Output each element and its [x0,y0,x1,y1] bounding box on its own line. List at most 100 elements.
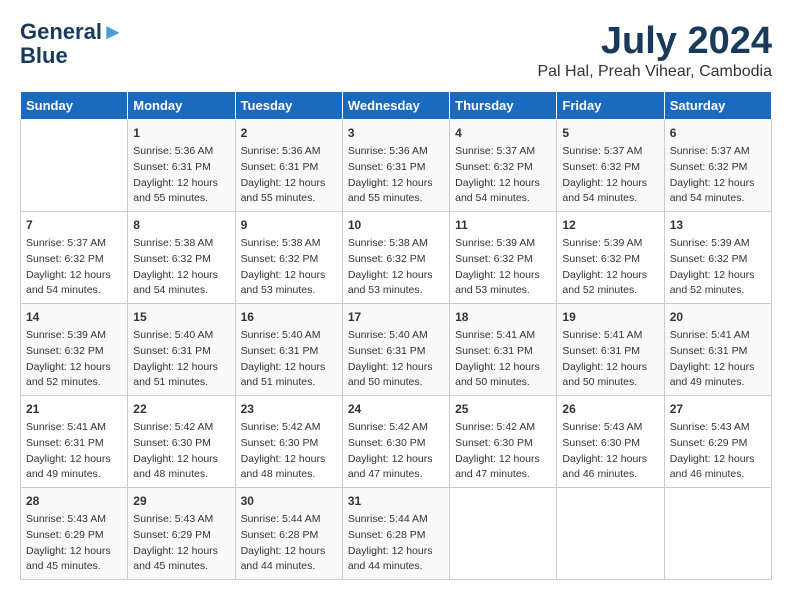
cell-text: Daylight: 12 hours [348,544,444,560]
calendar-cell: 22Sunrise: 5:42 AMSunset: 6:30 PMDayligh… [128,396,235,488]
day-number: 12 [562,216,658,234]
calendar-cell [557,488,664,580]
cell-text: Daylight: 12 hours [241,176,337,192]
cell-text: Daylight: 12 hours [26,544,122,560]
cell-text: Daylight: 12 hours [26,452,122,468]
calendar-week-row: 21Sunrise: 5:41 AMSunset: 6:31 PMDayligh… [21,396,772,488]
weekday-header: Wednesday [342,92,449,120]
cell-text: and 52 minutes. [562,283,658,299]
cell-text: Daylight: 12 hours [26,268,122,284]
cell-text: Sunset: 6:30 PM [562,436,658,452]
calendar-cell [450,488,557,580]
calendar-cell: 3Sunrise: 5:36 AMSunset: 6:31 PMDaylight… [342,120,449,212]
cell-text: Sunset: 6:32 PM [455,252,551,268]
cell-text: Daylight: 12 hours [562,268,658,284]
day-number: 31 [348,492,444,510]
calendar-cell: 5Sunrise: 5:37 AMSunset: 6:32 PMDaylight… [557,120,664,212]
day-number: 22 [133,400,229,418]
day-number: 1 [133,124,229,142]
cell-text: Daylight: 12 hours [241,544,337,560]
day-number: 23 [241,400,337,418]
day-number: 19 [562,308,658,326]
day-number: 29 [133,492,229,510]
cell-text: and 46 minutes. [562,467,658,483]
cell-text: and 54 minutes. [26,283,122,299]
calendar-week-row: 7Sunrise: 5:37 AMSunset: 6:32 PMDaylight… [21,212,772,304]
cell-text: Sunrise: 5:42 AM [348,420,444,436]
cell-text: Daylight: 12 hours [670,452,766,468]
calendar-cell: 23Sunrise: 5:42 AMSunset: 6:30 PMDayligh… [235,396,342,488]
calendar-cell: 14Sunrise: 5:39 AMSunset: 6:32 PMDayligh… [21,304,128,396]
cell-text: Daylight: 12 hours [455,360,551,376]
cell-text: Daylight: 12 hours [133,268,229,284]
cell-text: Sunset: 6:32 PM [241,252,337,268]
calendar-cell: 31Sunrise: 5:44 AMSunset: 6:28 PMDayligh… [342,488,449,580]
header-row: SundayMondayTuesdayWednesdayThursdayFrid… [21,92,772,120]
cell-text: and 47 minutes. [455,467,551,483]
cell-text: Sunset: 6:31 PM [241,344,337,360]
day-number: 10 [348,216,444,234]
cell-text: Sunrise: 5:36 AM [241,144,337,160]
cell-text: Sunrise: 5:39 AM [562,236,658,252]
calendar-cell: 21Sunrise: 5:41 AMSunset: 6:31 PMDayligh… [21,396,128,488]
cell-text: Daylight: 12 hours [241,360,337,376]
calendar-cell: 2 Sunrise: 5:36 AMSunset: 6:31 PMDaylight… [235,120,342,212]
weekday-header: Saturday [664,92,771,120]
cell-text: Sunset: 6:32 PM [348,252,444,268]
day-number: 30 [241,492,337,510]
cell-text: Sunset: 6:32 PM [562,252,658,268]
cell-text: and 45 minutes. [26,559,122,575]
cell-text: and 52 minutes. [26,375,122,391]
day-number: 17 [348,308,444,326]
calendar-cell [664,488,771,580]
cell-text: Sunrise: 5:38 AM [241,236,337,252]
day-number: 2 [241,124,337,142]
cell-text: Sunrise: 5:36 AM [133,144,229,160]
day-number: 8 [133,216,229,234]
cell-text: and 45 minutes. [133,559,229,575]
calendar-cell: 16Sunrise: 5:40 AMSunset: 6:31 PMDayligh… [235,304,342,396]
cell-text: Sunset: 6:32 PM [26,344,122,360]
cell-text: Sunrise: 5:42 AM [133,420,229,436]
cell-text: Sunrise: 5:43 AM [562,420,658,436]
calendar-cell: 15Sunrise: 5:40 AMSunset: 6:31 PMDayligh… [128,304,235,396]
cell-text: Sunrise: 5:41 AM [26,420,122,436]
cell-text: Daylight: 12 hours [348,268,444,284]
cell-text: Sunset: 6:31 PM [241,160,337,176]
cell-text: and 48 minutes. [241,467,337,483]
day-number: 28 [26,492,122,510]
cell-text: Daylight: 12 hours [348,176,444,192]
calendar-cell: 7Sunrise: 5:37 AMSunset: 6:32 PMDaylight… [21,212,128,304]
cell-text: Sunrise: 5:39 AM [26,328,122,344]
day-number: 26 [562,400,658,418]
cell-text: Sunset: 6:31 PM [455,344,551,360]
calendar-week-row: 14 Sunrise: 5:39 AMSunset: 6:32 PM Dayligh… [21,304,772,396]
cell-text: and 44 minutes. [241,559,337,575]
cell-text: Daylight: 12 hours [348,452,444,468]
cell-text: and 53 minutes. [348,283,444,299]
cell-text: Sunset: 6:30 PM [133,436,229,452]
weekday-header: Thursday [450,92,557,120]
cell-text: Sunset: 6:29 PM [670,436,766,452]
title-area: July 2024 Pal Hal, Preah Vihear, Cambodi… [537,20,772,81]
calendar-cell: 30Sunrise: 5:44 AMSunset: 6:28 PMDayligh… [235,488,342,580]
day-number: 5 [562,124,658,142]
day-number: 14 [26,308,122,326]
calendar-cell: 18Sunrise: 5:41 AMSunset: 6:31 PMDayligh… [450,304,557,396]
page-header: General►Blue July 2024 Pal Hal, Preah Vi… [20,20,772,81]
cell-text: and 51 minutes. [241,375,337,391]
cell-text: Sunrise: 5:44 AM [241,512,337,528]
cell-text: Sunrise: 5:37 AM [26,236,122,252]
calendar-cell: 6Sunrise: 5:37 AMSunset: 6:32 PMDaylight… [664,120,771,212]
day-number: 4 [455,124,551,142]
cell-text: and 49 minutes. [26,467,122,483]
cell-text: Sunrise: 5:38 AM [348,236,444,252]
cell-text: Sunset: 6:28 PM [348,528,444,544]
cell-text: Sunset: 6:29 PM [26,528,122,544]
cell-text: Daylight: 12 hours [348,360,444,376]
cell-text: Sunset: 6:31 PM [348,344,444,360]
cell-text: Sunset: 6:30 PM [348,436,444,452]
cell-text: and 55 minutes. [133,191,229,207]
cell-text: and 46 minutes. [670,467,766,483]
cell-text: Sunrise: 5:37 AM [670,144,766,160]
